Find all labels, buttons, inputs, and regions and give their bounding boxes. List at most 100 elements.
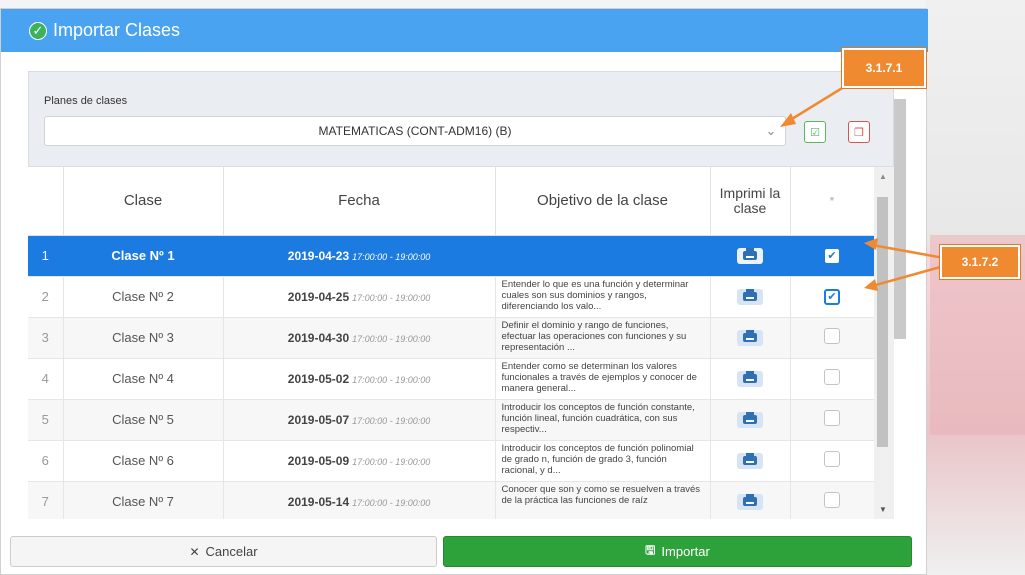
scroll-thumb[interactable] bbox=[877, 197, 888, 447]
row-date: 2019-04-30 bbox=[287, 331, 350, 345]
print-button[interactable] bbox=[737, 411, 763, 428]
row-objective: Conocer que son y como se resuelven a tr… bbox=[495, 481, 711, 519]
chevron-down-icon[interactable]: ⌄ bbox=[756, 116, 786, 146]
row-objective-text: Introducir los conceptos de función cons… bbox=[501, 402, 695, 435]
close-icon: ✕ bbox=[189, 544, 200, 559]
row-print-cell bbox=[710, 317, 791, 359]
row-objective: Introducir los conceptos de función cons… bbox=[495, 399, 711, 441]
row-clase: Clase Nº 4 bbox=[63, 358, 224, 400]
cancel-button[interactable]: ✕ Cancelar bbox=[10, 536, 437, 567]
plan-section: Planes de clases MATEMATICAS (CONT-ADM16… bbox=[28, 71, 894, 167]
row-number: 2 bbox=[28, 276, 64, 318]
row-clase: Clase Nº 5 bbox=[63, 399, 224, 441]
row-checkbox[interactable]: ✔ bbox=[824, 288, 840, 305]
printer-icon bbox=[743, 453, 757, 465]
row-objective: Introducir los conceptos de función poli… bbox=[495, 440, 711, 482]
dialog-scrollbar[interactable] bbox=[894, 99, 906, 339]
save-icon: 🖫 bbox=[645, 543, 656, 557]
row-clase: Clase Nº 1 bbox=[63, 235, 224, 277]
table-row[interactable]: 1 Clase Nº 1 2019-04-23 17:00:00 - 19:00:00… bbox=[28, 235, 874, 277]
table-row[interactable]: 7 Clase Nº 7 2019-05-14 17:00:00 - 19:00:00… bbox=[28, 481, 874, 519]
print-button[interactable] bbox=[737, 329, 763, 346]
col-header-imprimir: Imprimi la clase bbox=[710, 167, 791, 236]
callout-3-1-7-2: 3.1.7.2 bbox=[940, 245, 1020, 279]
row-date: 2019-05-07 bbox=[287, 413, 350, 427]
row-clase: Clase Nº 3 bbox=[63, 317, 224, 359]
classes-table-wrapper: Clase Fecha Objetivo de la clase Imprimi… bbox=[28, 167, 874, 519]
col-header-num bbox=[28, 167, 64, 236]
row-checkbox[interactable] bbox=[824, 492, 840, 508]
row-print-cell bbox=[710, 481, 791, 519]
printer-icon bbox=[743, 412, 757, 424]
row-date: 2019-05-09 bbox=[287, 454, 350, 468]
col-header-objetivo[interactable]: Objetivo de la clase bbox=[495, 167, 711, 236]
row-objective-text: Entender como se determinan los valores … bbox=[501, 361, 697, 394]
printer-icon bbox=[743, 371, 757, 383]
row-objective-text: Conocer que son y como se resuelven a tr… bbox=[501, 484, 701, 506]
row-date: 2019-05-02 bbox=[287, 372, 350, 386]
col-header-fecha[interactable]: Fecha bbox=[223, 167, 496, 236]
row-number: 4 bbox=[28, 358, 64, 400]
col-header-star: * bbox=[790, 167, 874, 236]
row-select-cell: ✔ bbox=[790, 276, 874, 318]
scroll-down-icon[interactable]: ▼ bbox=[879, 505, 887, 514]
table-scrollbar[interactable]: ▲ ▼ bbox=[874, 167, 894, 519]
row-fecha: 2019-04-23 17:00:00 - 19:00:00 bbox=[223, 235, 496, 277]
dialog-body: Planes de clases MATEMATICAS (CONT-ADM16… bbox=[28, 71, 894, 519]
print-button[interactable] bbox=[737, 493, 763, 510]
plan-select[interactable]: MATEMATICAS (CONT-ADM16) (B) bbox=[44, 116, 786, 146]
row-clase: Clase Nº 7 bbox=[63, 481, 224, 519]
row-fecha: 2019-05-02 17:00:00 - 19:00:00 bbox=[223, 358, 496, 400]
col-header-clase[interactable]: Clase bbox=[63, 167, 224, 236]
row-select-cell: ✔ bbox=[790, 235, 874, 277]
row-objective: Entender lo que es una función y determi… bbox=[495, 276, 711, 318]
row-select-cell bbox=[790, 358, 874, 400]
uncheck-square-icon: ❒ bbox=[854, 126, 864, 139]
row-checkbox[interactable] bbox=[824, 369, 840, 385]
row-print-cell bbox=[710, 276, 791, 318]
print-button[interactable] bbox=[737, 370, 763, 387]
uncheck-all-button[interactable]: ❒ bbox=[848, 121, 870, 143]
import-label: Importar bbox=[661, 544, 710, 559]
scroll-up-icon[interactable]: ▲ bbox=[879, 172, 887, 181]
table-row[interactable]: 3 Clase Nº 3 2019-04-30 17:00:00 - 19:00:00… bbox=[28, 317, 874, 359]
row-number: 6 bbox=[28, 440, 64, 482]
row-fecha: 2019-05-14 17:00:00 - 19:00:00 bbox=[223, 481, 496, 519]
check-all-button[interactable]: ☑ bbox=[804, 121, 826, 143]
row-clase: Clase Nº 6 bbox=[63, 440, 224, 482]
classes-table: Clase Fecha Objetivo de la clase Imprimi… bbox=[28, 167, 874, 519]
check-circle-icon: ✓ bbox=[29, 21, 47, 40]
print-button[interactable] bbox=[737, 288, 763, 305]
table-row[interactable]: 2 Clase Nº 2 2019-04-25 17:00:00 - 19:00:00… bbox=[28, 276, 874, 318]
row-time: 17:00:00 - 19:00:00 bbox=[352, 252, 431, 262]
print-button[interactable] bbox=[737, 247, 763, 264]
row-checkbox[interactable] bbox=[824, 410, 840, 426]
import-button[interactable]: 🖫 Importar bbox=[443, 536, 912, 567]
print-button[interactable] bbox=[737, 452, 763, 469]
row-checkbox[interactable] bbox=[824, 328, 840, 344]
row-objective-text: Introducir los conceptos de función poli… bbox=[501, 443, 694, 476]
row-objective-text: Entender lo que es una función y determi… bbox=[501, 279, 689, 312]
row-objective-text: Definir el dominio y rango de funciones,… bbox=[501, 320, 687, 353]
table-row[interactable]: 5 Clase Nº 5 2019-05-07 17:00:00 - 19:00:00… bbox=[28, 399, 874, 441]
row-checkbox[interactable]: ✔ bbox=[824, 247, 840, 264]
table-row[interactable]: 6 Clase Nº 6 2019-05-09 17:00:00 - 19:00:00… bbox=[28, 440, 874, 482]
printer-icon bbox=[743, 248, 757, 260]
row-date: 2019-04-25 bbox=[287, 290, 350, 304]
row-number: 7 bbox=[28, 481, 64, 519]
row-fecha: 2019-05-09 17:00:00 - 19:00:00 bbox=[223, 440, 496, 482]
row-select-cell bbox=[790, 440, 874, 482]
row-select-cell bbox=[790, 317, 874, 359]
plan-label: Planes de clases bbox=[44, 95, 128, 107]
printer-icon bbox=[743, 289, 757, 301]
row-time: 17:00:00 - 19:00:00 bbox=[352, 416, 431, 426]
row-objective bbox=[495, 235, 711, 277]
row-time: 17:00:00 - 19:00:00 bbox=[352, 498, 431, 508]
row-fecha: 2019-05-07 17:00:00 - 19:00:00 bbox=[223, 399, 496, 441]
printer-icon bbox=[743, 330, 757, 342]
row-objective: Entender como se determinan los valores … bbox=[495, 358, 711, 400]
row-checkbox[interactable] bbox=[824, 451, 840, 467]
row-print-cell bbox=[710, 440, 791, 482]
table-row[interactable]: 4 Clase Nº 4 2019-05-02 17:00:00 - 19:00:00… bbox=[28, 358, 874, 400]
row-select-cell bbox=[790, 481, 874, 519]
